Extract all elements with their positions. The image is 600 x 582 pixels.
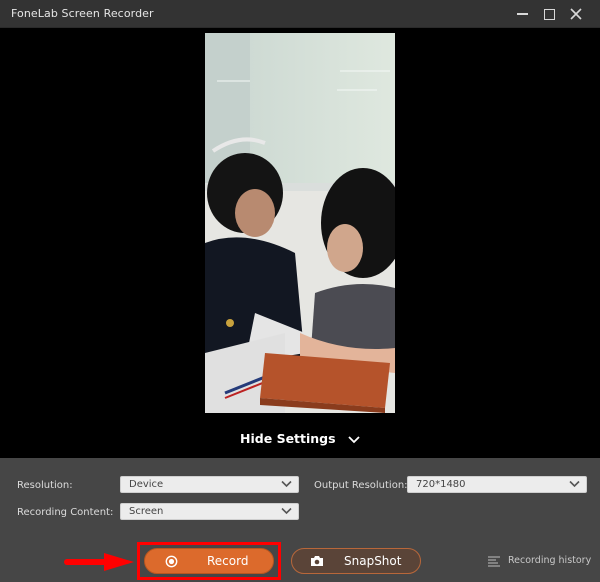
snapshot-button[interactable]: SnapShot [291, 548, 421, 574]
snapshot-label: SnapShot [344, 554, 402, 568]
resolution-dropdown[interactable]: Device [120, 476, 299, 493]
output-resolution-label: Output Resolution: [314, 480, 408, 491]
output-resolution-value: 720*1480 [416, 479, 466, 490]
minimize-button[interactable] [512, 4, 532, 24]
output-resolution-dropdown[interactable]: 720*1480 [407, 476, 587, 493]
chevron-down-icon [569, 480, 580, 488]
chevron-down-icon [348, 432, 360, 447]
record-label: Record [207, 554, 249, 568]
device-screen-preview [205, 33, 395, 413]
arrow-right-icon [64, 553, 134, 571]
record-button[interactable]: Record [144, 548, 274, 574]
maximize-button[interactable] [539, 4, 559, 24]
maximize-icon [543, 8, 555, 20]
window-title: FoneLab Screen Recorder [11, 7, 154, 20]
recording-content-dropdown[interactable]: Screen [120, 503, 299, 520]
close-icon [570, 8, 582, 20]
list-icon [488, 556, 500, 567]
recording-content-label: Recording Content: [17, 507, 114, 518]
recording-content-value: Screen [129, 506, 164, 517]
chevron-down-icon [281, 480, 292, 488]
title-bar: FoneLab Screen Recorder [0, 0, 600, 28]
camera-icon [311, 556, 323, 566]
record-icon [165, 555, 178, 568]
close-button[interactable] [566, 4, 586, 24]
resolution-value: Device [129, 479, 164, 490]
minimize-icon [516, 13, 528, 15]
preview-area: Hide Settings [0, 28, 600, 458]
resolution-label: Resolution: [17, 480, 73, 491]
hide-settings-label: Hide Settings [240, 431, 336, 446]
chevron-down-icon [281, 507, 292, 515]
hide-settings-toggle[interactable]: Hide Settings [0, 431, 600, 447]
recording-history-label: Recording history [508, 555, 592, 566]
preview-image [205, 33, 395, 413]
